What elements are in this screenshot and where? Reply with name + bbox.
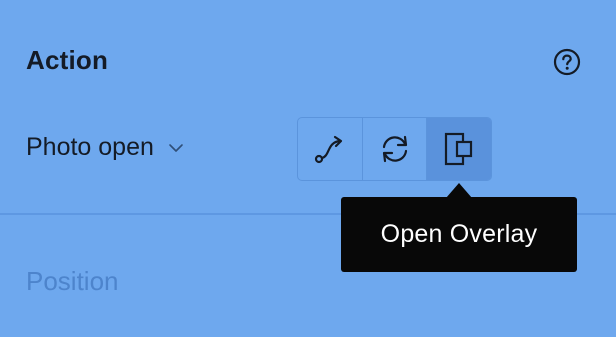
prototype-panel: Action Photo open Open Overlay Position [0,0,616,337]
tooltip-arrow [446,183,472,198]
trigger-dropdown[interactable]: Photo open [26,133,184,162]
action-type-segmented-control [297,117,492,181]
trigger-dropdown-label: Photo open [26,133,154,161]
chevron-down-icon [169,143,183,152]
question-circle-icon[interactable] [553,48,581,76]
navigate-action-button[interactable] [298,118,363,180]
tooltip-text: Open Overlay [380,220,538,248]
open-overlay-action-button[interactable] [427,118,491,180]
swap-action-button[interactable] [363,118,428,180]
open-overlay-icon [445,132,473,166]
section-title: Action [26,45,109,75]
swap-refresh-icon [382,135,407,163]
tooltip: Open Overlay [341,197,577,272]
position-section-label: Position [26,266,119,296]
navigate-connector-icon [314,135,342,164]
